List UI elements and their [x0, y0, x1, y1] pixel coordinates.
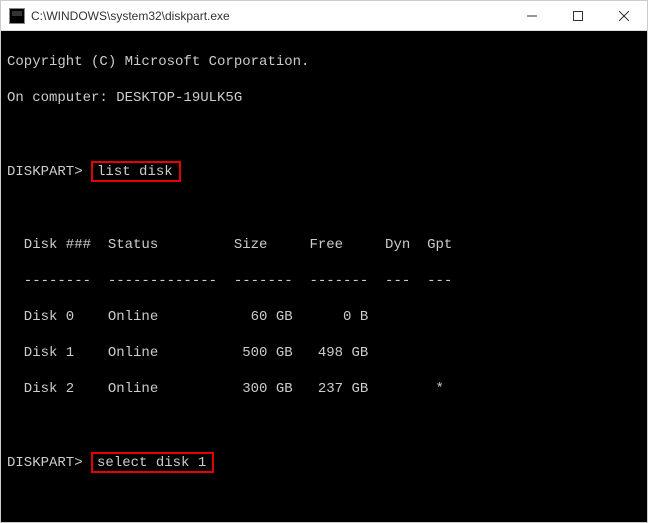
app-icon	[9, 8, 25, 24]
disk-table-row: Disk 1 Online 500 GB 498 GB	[7, 344, 641, 362]
console-line	[7, 416, 641, 434]
prompt: DISKPART>	[7, 164, 83, 180]
command-select-disk: select disk 1	[91, 452, 214, 473]
window-title: C:\WINDOWS\system32\diskpart.exe	[31, 9, 509, 23]
console-line: Copyright (C) Microsoft Corporation.	[7, 53, 641, 71]
window-controls	[509, 1, 647, 30]
disk-table-row: Disk 2 Online 300 GB 237 GB *	[7, 380, 641, 398]
console-line	[7, 491, 641, 509]
disk-table-header: Disk ### Status Size Free Dyn Gpt	[7, 236, 641, 254]
console-line: On computer: DESKTOP-19ULK5G	[7, 89, 641, 107]
console-output[interactable]: Copyright (C) Microsoft Corporation. On …	[1, 31, 647, 522]
disk-table-row: Disk 0 Online 60 GB 0 B	[7, 308, 641, 326]
minimize-button[interactable]	[509, 1, 555, 30]
console-line	[7, 125, 641, 143]
disk-table-divider: -------- ------------- ------- ------- -…	[7, 272, 641, 290]
titlebar: C:\WINDOWS\system32\diskpart.exe	[1, 1, 647, 31]
console-line: DISKPART> list disk	[7, 161, 641, 182]
console-line	[7, 200, 641, 218]
command-list-disk: list disk	[91, 161, 181, 182]
console-line: DISKPART> select disk 1	[7, 452, 641, 473]
prompt: DISKPART>	[7, 455, 83, 471]
maximize-button[interactable]	[555, 1, 601, 30]
close-button[interactable]	[601, 1, 647, 30]
